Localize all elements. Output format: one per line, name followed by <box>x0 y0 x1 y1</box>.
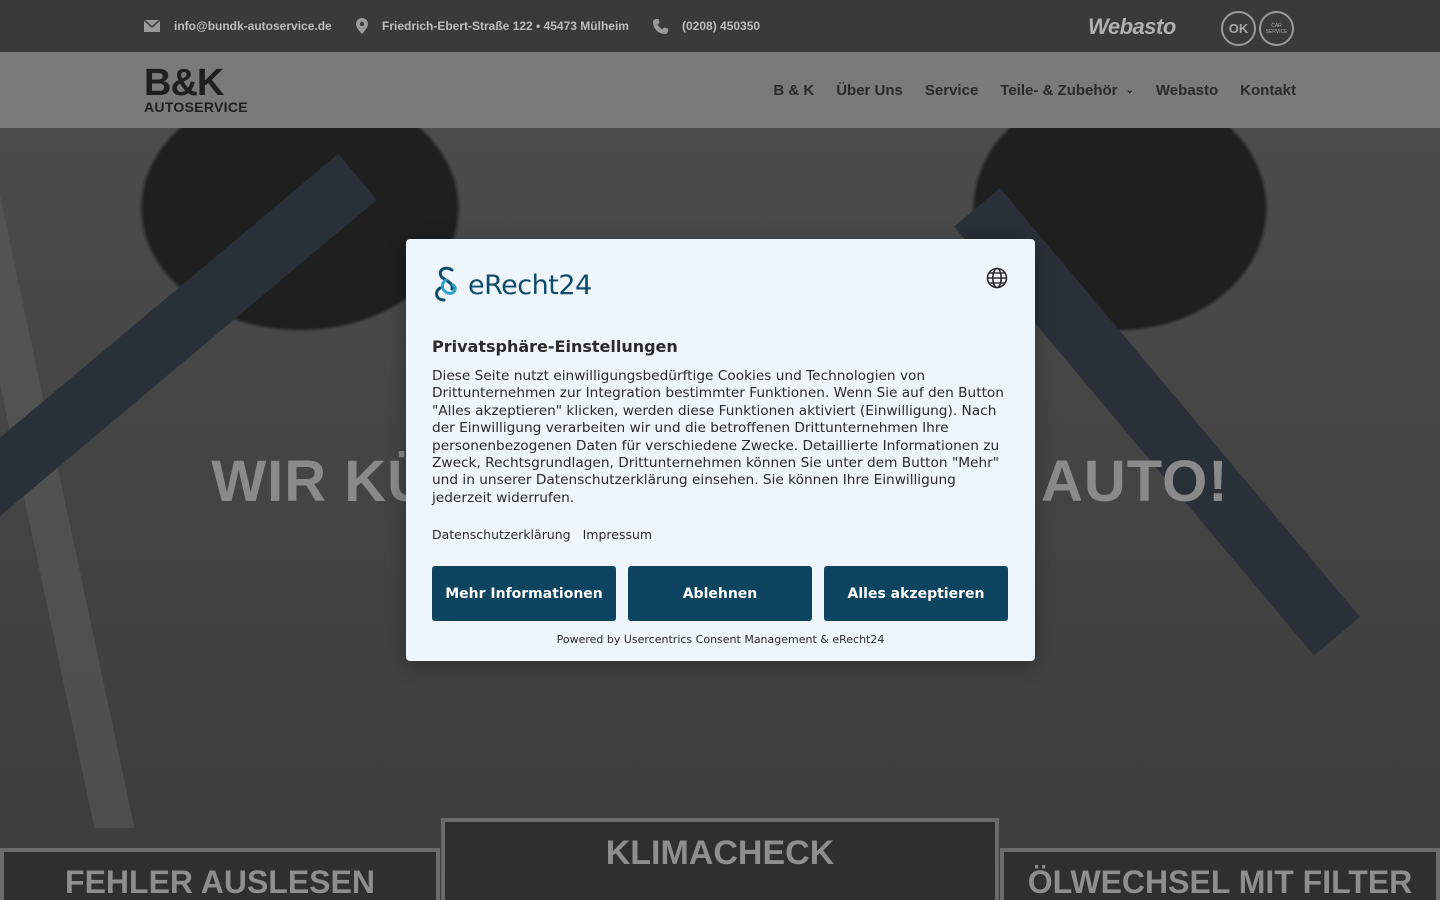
language-globe-button[interactable] <box>986 267 1008 289</box>
nav-item-kontakt[interactable]: Kontakt <box>1240 82 1296 99</box>
consent-links: Datenschutzerklärung Impressum <box>432 527 652 542</box>
phone-text: (0208) 450350 <box>682 19 761 33</box>
phone-icon <box>653 18 668 34</box>
top-contact-bar: info@bundk-autoservice.de Friedrich-Eber… <box>0 0 1440 52</box>
address-contact: Friedrich-Ebert-Straße 122 • 45473 Mülhe… <box>356 0 629 52</box>
email-text: info@bundk-autoservice.de <box>174 19 332 33</box>
nav-item-bk[interactable]: B & K <box>773 82 814 99</box>
service-tile-klimacheck[interactable]: KLIMACHECK <box>441 818 999 900</box>
erecht24-paragraph-icon <box>435 266 457 302</box>
imprint-link[interactable]: Impressum <box>583 527 652 542</box>
ok-badge-logo: OK <box>1221 11 1256 46</box>
phone-contact[interactable]: (0208) 450350 <box>653 0 760 52</box>
chevron-down-icon: ⌄ <box>1125 84 1134 96</box>
consent-body-text: Diese Seite nutzt einwilligungsbedürftig… <box>432 368 1004 506</box>
service-tile-fehler-auslesen[interactable]: FEHLER AUSLESEN <box>0 848 440 900</box>
email-contact[interactable]: info@bundk-autoservice.de <box>144 0 332 52</box>
car-service-badge-logo: CAR SERVICE <box>1259 11 1294 46</box>
consent-dialog: eRecht24 Privatsphäre-Einstellungen Dies… <box>406 239 1035 661</box>
consent-title: Privatsphäre-Einstellungen <box>432 337 678 356</box>
logo-main-text: B&K <box>144 62 224 104</box>
webasto-logo[interactable]: Webasto <box>1088 14 1176 40</box>
main-nav: B & K Über Uns Service Teile- & Zubehör ⌄… <box>773 52 1296 128</box>
nav-item-teile-zubehoer[interactable]: Teile- & Zubehör ⌄ <box>1000 82 1134 99</box>
address-text: Friedrich-Ebert-Straße 122 • 45473 Mülhe… <box>382 19 629 33</box>
main-header: B&K AUTOSERVICE B & K Über Uns Service T… <box>0 52 1440 128</box>
service-tile-oelwechsel[interactable]: ÖLWECHSEL MIT FILTER <box>1000 848 1440 900</box>
decline-button[interactable]: Ablehnen <box>628 566 812 621</box>
nav-item-webasto[interactable]: Webasto <box>1156 82 1218 99</box>
tile-label: FEHLER AUSLESEN <box>65 864 375 900</box>
globe-icon <box>986 267 1008 289</box>
accept-all-button[interactable]: Alles akzeptieren <box>824 566 1008 621</box>
tile-label: ÖLWECHSEL MIT FILTER <box>1027 864 1413 900</box>
nav-item-ueber-uns[interactable]: Über Uns <box>836 82 903 99</box>
tile-label: KLIMACHECK <box>605 834 835 872</box>
nav-item-service[interactable]: Service <box>925 82 978 99</box>
erecht24-logo: eRecht24 <box>432 265 592 305</box>
logo-sub-text: AUTOSERVICE <box>144 99 248 115</box>
mail-icon <box>144 20 160 32</box>
more-information-button[interactable]: Mehr Informationen <box>432 566 616 621</box>
brand-text: eRecht24 <box>468 269 592 301</box>
location-pin-icon <box>356 18 368 34</box>
powered-by-text: Powered by Usercentrics Consent Manageme… <box>556 633 885 646</box>
site-logo[interactable]: B&K AUTOSERVICE <box>144 62 248 115</box>
privacy-policy-link[interactable]: Datenschutzerklärung <box>432 527 571 542</box>
